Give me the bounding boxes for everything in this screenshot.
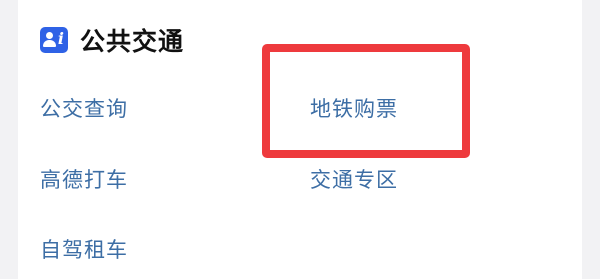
traffic-zone-link[interactable]: 交通专区	[310, 166, 398, 194]
public-transport-card: i 公共交通 公交查询 地铁购票 高德打车 交通专区 自驾租车	[18, 0, 582, 279]
section-title: 公共交通	[80, 27, 185, 56]
contact-info-icon: i	[40, 27, 68, 53]
section-header: i 公共交通	[40, 24, 184, 56]
amap-taxi-link[interactable]: 高德打车	[40, 166, 128, 194]
car-rental-link[interactable]: 自驾租车	[40, 236, 128, 264]
bus-query-link[interactable]: 公交查询	[40, 95, 128, 123]
highlight-box	[262, 44, 470, 158]
